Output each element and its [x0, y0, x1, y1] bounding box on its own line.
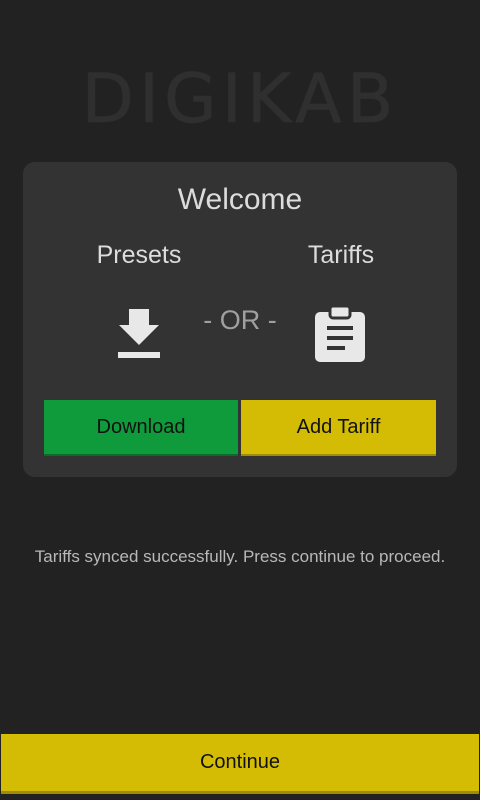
- status-message: Tariffs synced successfully. Press conti…: [34, 547, 446, 566]
- app-logo: DIGIKAB: [81, 60, 399, 139]
- presets-label: Presets: [96, 241, 182, 269]
- tariffs-label: Tariffs: [307, 241, 375, 269]
- clipboard-icon: [313, 304, 367, 364]
- download-icon: [115, 305, 163, 361]
- continue-button[interactable]: Continue: [1, 734, 479, 794]
- or-separator: - OR -: [203, 305, 277, 335]
- welcome-title: Welcome: [177, 183, 303, 216]
- welcome-card: Welcome Presets Tariffs - OR - Download …: [23, 162, 457, 477]
- add-tariff-button[interactable]: Add Tariff: [241, 400, 436, 456]
- download-button[interactable]: Download: [44, 400, 238, 456]
